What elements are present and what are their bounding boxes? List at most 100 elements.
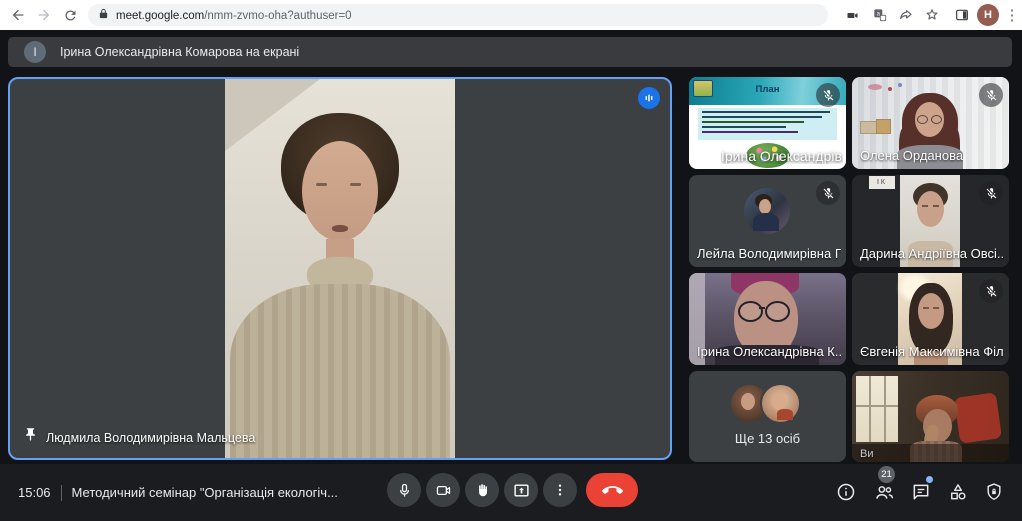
more-options-button[interactable] — [543, 473, 577, 507]
chat-notification-dot — [926, 476, 933, 483]
lock-icon — [98, 6, 109, 24]
participant-tile[interactable]: Ірина Олександрівна К... — [689, 273, 846, 365]
participant-name: Лейла Володимирівна Гі... — [697, 246, 842, 261]
mic-muted-icon — [979, 83, 1003, 107]
participant-name: Дарина Андріївна Овсі... — [860, 246, 1005, 261]
camera-icon — [436, 485, 450, 495]
participant-name: Людмила Володимирівна Мальцева — [46, 431, 256, 445]
decor-shape — [332, 225, 348, 232]
pin-icon — [23, 427, 38, 447]
camera-button[interactable] — [426, 473, 460, 507]
audio-activity-icon — [638, 87, 660, 109]
decor-shape — [856, 405, 898, 407]
self-label: Ви — [860, 448, 874, 460]
mic-muted-icon — [979, 181, 1003, 205]
decor-shape — [869, 376, 871, 442]
camera-permission-icon[interactable] — [840, 3, 864, 27]
decor-shape — [702, 131, 798, 133]
info-icon — [837, 483, 855, 501]
participant-name: Ірина Олександрів... — [721, 148, 844, 164]
people-icon — [875, 485, 893, 499]
decor-shape — [753, 213, 779, 231]
participant-tile[interactable]: Олена Орданова — [852, 77, 1009, 169]
activities-icon — [951, 484, 966, 500]
decor-shape — [954, 392, 1002, 444]
presenting-banner: І Ірина Олександрівна Комарова на екрані — [8, 37, 1012, 67]
more-participants-label: Ще 13 осіб — [734, 431, 801, 446]
mic-button[interactable] — [387, 473, 421, 507]
bookmark-star-icon[interactable] — [920, 3, 944, 27]
url-path: /nmm-zvmo-oha?authuser=0 — [204, 10, 352, 22]
translate-icon[interactable]: a — [868, 3, 892, 27]
decor-shape — [772, 393, 786, 410]
participant-name: Євгенія Максимівна Філ... — [860, 344, 1005, 359]
meet-app: І Ірина Олександрівна Комарова на екрані… — [0, 30, 1022, 521]
meeting-details-button[interactable] — [834, 480, 858, 504]
present-button[interactable] — [504, 473, 538, 507]
video-feed — [10, 79, 670, 458]
reload-button[interactable] — [58, 3, 82, 27]
chat-icon — [913, 484, 929, 500]
raise-hand-button[interactable] — [465, 473, 499, 507]
chat-button[interactable] — [909, 480, 933, 504]
decor-shape — [702, 116, 822, 118]
mic-icon — [399, 483, 409, 497]
decor-shape — [777, 409, 793, 420]
present-icon — [513, 483, 529, 497]
mic-muted-icon — [816, 83, 840, 107]
host-controls-button[interactable] — [982, 480, 1006, 504]
participants-button[interactable] — [872, 480, 896, 504]
share-icon[interactable] — [894, 3, 918, 27]
meet-bottom-bar: 15:06 Методичний семінар "Організація ек… — [0, 464, 1022, 521]
divider — [60, 484, 62, 501]
decor-shape — [933, 205, 939, 207]
main-video-tile[interactable]: Людмила Володимирівна Мальцева — [8, 77, 672, 460]
avatar-stack — [689, 371, 846, 462]
meeting-info: 15:06 Методичний семінар "Організація ек… — [18, 464, 338, 521]
decor-shape — [860, 121, 877, 134]
decor-shape — [917, 115, 928, 124]
participant-tile[interactable]: Євгенія Максимівна Філ... — [852, 273, 1009, 365]
decor-shape — [738, 301, 763, 322]
decor-shape — [702, 111, 830, 113]
participant-name: Олена Орданова — [860, 148, 964, 163]
clock-time: 15:06 — [18, 485, 51, 500]
end-call-button[interactable] — [586, 473, 638, 507]
decor-shape — [702, 121, 804, 123]
presenting-icon — [696, 138, 715, 162]
decor-shape — [702, 126, 786, 128]
presenting-message: Ірина Олександрівна Комарова на екрані — [60, 45, 300, 59]
meeting-title: Методичний семінар "Організація екологіч… — [71, 485, 338, 500]
hand-icon — [478, 483, 487, 496]
mic-muted-icon — [979, 279, 1003, 303]
self-video-tile[interactable]: Ви — [852, 371, 1009, 462]
participant-name: Ірина Олександрівна К... — [697, 344, 842, 359]
participant-tile[interactable]: Лейла Володимирівна Гі... — [689, 175, 846, 267]
decor-shape — [923, 307, 929, 309]
decor-shape — [316, 183, 327, 186]
participant-tile[interactable]: ІК Дарина Андріївна Овсі... — [852, 175, 1009, 267]
decor-shape — [933, 307, 939, 309]
participants-count-badge: 21 — [878, 466, 895, 483]
back-button[interactable] — [6, 3, 30, 27]
background-sign-text: ІК — [869, 176, 895, 189]
decor-shape — [759, 307, 765, 309]
more-vertical-icon — [558, 484, 562, 496]
presentation-tile[interactable]: План Ірина Олександрів... — [689, 77, 846, 169]
presenter-avatar: І — [24, 41, 46, 63]
screen: meet.google.com/nmm-zvmo-oha?authuser=0 … — [0, 0, 1022, 521]
side-panel-icon[interactable] — [950, 3, 974, 27]
decor-shape — [876, 119, 891, 134]
decor-shape — [759, 199, 771, 214]
browser-menu-icon[interactable]: ⋮ — [1000, 3, 1022, 27]
decor-shape — [888, 87, 892, 91]
decor-shape — [931, 115, 942, 124]
address-bar[interactable]: meet.google.com/nmm-zvmo-oha?authuser=0 — [88, 4, 828, 26]
phone-icon — [601, 485, 623, 494]
mic-muted-icon — [816, 181, 840, 205]
profile-avatar[interactable]: H — [977, 4, 999, 26]
activities-button[interactable] — [946, 480, 970, 504]
forward-button[interactable] — [32, 3, 56, 27]
decor-shape — [922, 205, 928, 207]
more-participants-tile[interactable]: Ще 13 осіб — [689, 371, 846, 462]
